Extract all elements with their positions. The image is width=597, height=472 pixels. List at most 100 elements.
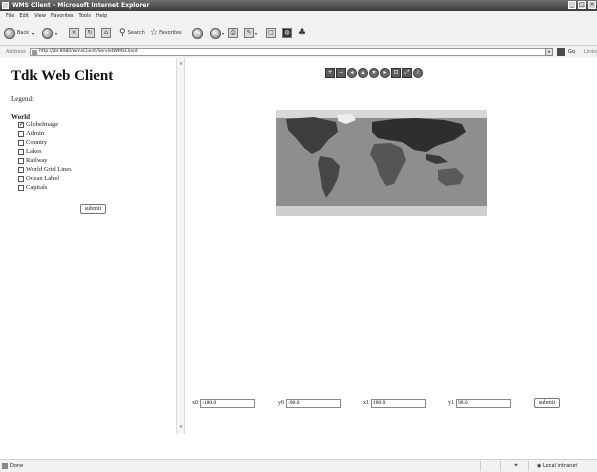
close-button[interactable]: × <box>588 1 596 9</box>
address-dropdown-icon[interactable]: ▾ <box>545 48 553 56</box>
layer-label: Admin <box>26 130 45 137</box>
scroll-down-icon[interactable]: ▼ <box>178 424 184 430</box>
layer-item[interactable]: ✓ GlobeImage <box>18 120 58 129</box>
layer-checkbox[interactable] <box>18 139 24 146</box>
home-icon: ⌂ <box>101 28 111 38</box>
favorites-label: Favorites <box>159 30 182 36</box>
layer-item[interactable]: Railway <box>18 156 48 165</box>
zoom-box-icon[interactable]: ⊡ <box>391 68 401 78</box>
page-viewport: Tdk Web Client Legend: World ✓ GlobeImag… <box>0 58 597 459</box>
history-button[interactable]: ◔ <box>192 26 203 40</box>
layer-checkbox[interactable] <box>18 184 24 191</box>
research-icon: ◍ <box>282 28 292 38</box>
map-submit-button[interactable]: submit <box>534 398 560 408</box>
pan-west-icon[interactable]: ◂ <box>347 68 357 78</box>
x1-field: x1 <box>363 398 426 408</box>
menu-favorites[interactable]: Favorites <box>51 13 74 19</box>
stop-button[interactable]: × <box>69 26 79 40</box>
page-icon <box>32 50 37 55</box>
legend-heading: Legend: <box>11 95 34 103</box>
menu-view[interactable]: View <box>34 13 46 19</box>
layer-item[interactable]: Ocean Label <box>18 174 59 183</box>
pan-north-icon[interactable]: ▴ <box>358 68 368 78</box>
frame-scrollbar[interactable]: ▲ ▼ <box>176 58 185 434</box>
arctic-region <box>276 110 487 118</box>
mail-button[interactable]: ✉ ▾ <box>210 26 224 40</box>
map-frame: + − ◂ ▴ ▾ ▸ ⊡ ⤢ i x0 y0 <box>186 58 597 459</box>
forward-button[interactable]: › ▾ <box>42 26 57 40</box>
discuss-button[interactable]: □ <box>266 26 276 40</box>
layer-checkbox[interactable] <box>18 175 24 182</box>
pan-south-icon[interactable]: ▾ <box>369 68 379 78</box>
messenger-icon: ♣ <box>298 28 307 38</box>
world-map-image[interactable] <box>276 110 487 216</box>
status-bar: Done ⌖ ◉ Local intranet <box>0 459 597 472</box>
layer-item[interactable]: Admin <box>18 129 44 138</box>
y1-field: y1 <box>448 398 511 408</box>
back-dropdown-icon: ▾ <box>32 30 35 36</box>
pan-east-icon[interactable]: ▸ <box>380 68 390 78</box>
y1-input[interactable] <box>456 398 511 408</box>
edit-button[interactable]: ✎ ▾ <box>244 26 257 40</box>
research-button[interactable]: ◍ <box>282 26 292 40</box>
layer-checkbox[interactable] <box>18 148 24 155</box>
go-arrow-icon[interactable] <box>557 48 565 56</box>
zone-label: Local intranet <box>542 463 578 469</box>
favorites-star-icon: ☆ <box>150 28 159 38</box>
x1-label: x1 <box>363 400 369 406</box>
layer-checkbox[interactable] <box>18 166 24 173</box>
layer-item[interactable]: Capitals <box>18 183 47 192</box>
zoom-in-icon[interactable]: + <box>325 68 335 78</box>
layer-item[interactable]: Lakes <box>18 147 42 156</box>
layer-item[interactable]: Country <box>18 138 47 147</box>
full-extent-icon[interactable]: ⤢ <box>402 68 412 78</box>
standard-toolbar: ‹ Back ▾ › ▾ × ↻ ⌂ ⚲ Search ☆ Favorites … <box>0 21 597 46</box>
layer-label: Lakes <box>26 148 42 155</box>
address-input[interactable]: http://ibl:8080/wmsClient/ServletWMSClie… <box>30 48 553 56</box>
layer-checkbox[interactable] <box>18 130 24 137</box>
page-title: Tdk Web Client <box>11 68 114 84</box>
legend-submit-button[interactable]: submit <box>80 204 106 214</box>
status-text: Done <box>10 463 24 469</box>
legend-frame: Tdk Web Client Legend: World ✓ GlobeImag… <box>0 58 176 459</box>
favorites-button[interactable]: ☆ Favorites <box>150 26 182 40</box>
layer-item[interactable]: World Grid Lines <box>18 165 72 174</box>
home-button[interactable]: ⌂ <box>101 26 111 40</box>
x0-input[interactable] <box>200 398 255 408</box>
window-title: WMS Client - Microsoft Internet Explorer <box>12 2 150 9</box>
minimize-button[interactable]: _ <box>568 1 576 9</box>
x0-field: x0 <box>192 398 255 408</box>
zoom-out-icon[interactable]: − <box>336 68 346 78</box>
history-icon: ◔ <box>192 27 203 39</box>
security-zone: ◉ Local intranet <box>537 463 577 469</box>
intranet-icon: ◉ <box>537 463 542 469</box>
search-button[interactable]: ⚲ Search <box>119 26 145 40</box>
menu-file[interactable]: File <box>6 13 14 19</box>
messenger-button[interactable]: ♣ <box>298 26 306 40</box>
refresh-button[interactable]: ↻ <box>85 26 95 40</box>
maximize-button[interactable]: □ <box>578 1 586 9</box>
edit-icon: ✎ <box>244 28 254 38</box>
forward-dropdown-icon: ▾ <box>55 30 58 36</box>
y0-input[interactable] <box>286 398 341 408</box>
info-icon[interactable]: i <box>413 68 423 78</box>
menu-help[interactable]: Help <box>96 13 107 19</box>
go-button[interactable]: Go <box>568 49 575 55</box>
menu-tools[interactable]: Tools <box>79 13 91 19</box>
antarctica-region <box>276 206 487 216</box>
links-button[interactable]: Links <box>584 49 597 55</box>
layer-checkbox[interactable] <box>18 157 24 164</box>
address-label: Address <box>6 49 26 55</box>
status-divider <box>480 461 481 471</box>
print-button[interactable]: ⎙ <box>228 26 238 40</box>
scroll-up-icon[interactable]: ▲ <box>178 60 184 66</box>
layer-label: GlobeImage <box>26 121 59 128</box>
layer-checkbox[interactable]: ✓ <box>18 121 24 128</box>
search-label: Search <box>127 30 145 36</box>
refresh-icon: ↻ <box>85 28 95 38</box>
menu-edit[interactable]: Edit <box>19 13 29 19</box>
back-button[interactable]: ‹ Back ▾ <box>4 26 34 40</box>
search-icon: ⚲ <box>119 28 126 38</box>
x1-input[interactable] <box>371 398 426 408</box>
network-icon: ⌖ <box>514 461 518 469</box>
